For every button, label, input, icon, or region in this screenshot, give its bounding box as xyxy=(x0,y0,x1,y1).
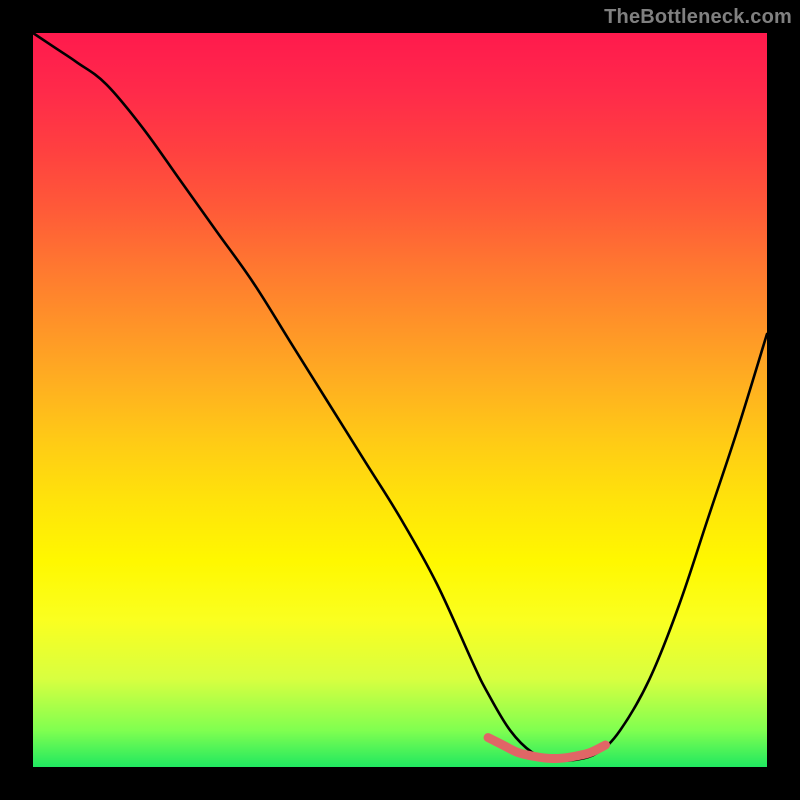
watermark-text: TheBottleneck.com xyxy=(604,6,792,29)
chart-container: TheBottleneck.com xyxy=(0,0,800,800)
bottleneck-curve xyxy=(33,33,767,761)
optimal-range-marker xyxy=(488,738,605,759)
plot-area xyxy=(33,33,767,767)
curve-svg xyxy=(33,33,767,767)
